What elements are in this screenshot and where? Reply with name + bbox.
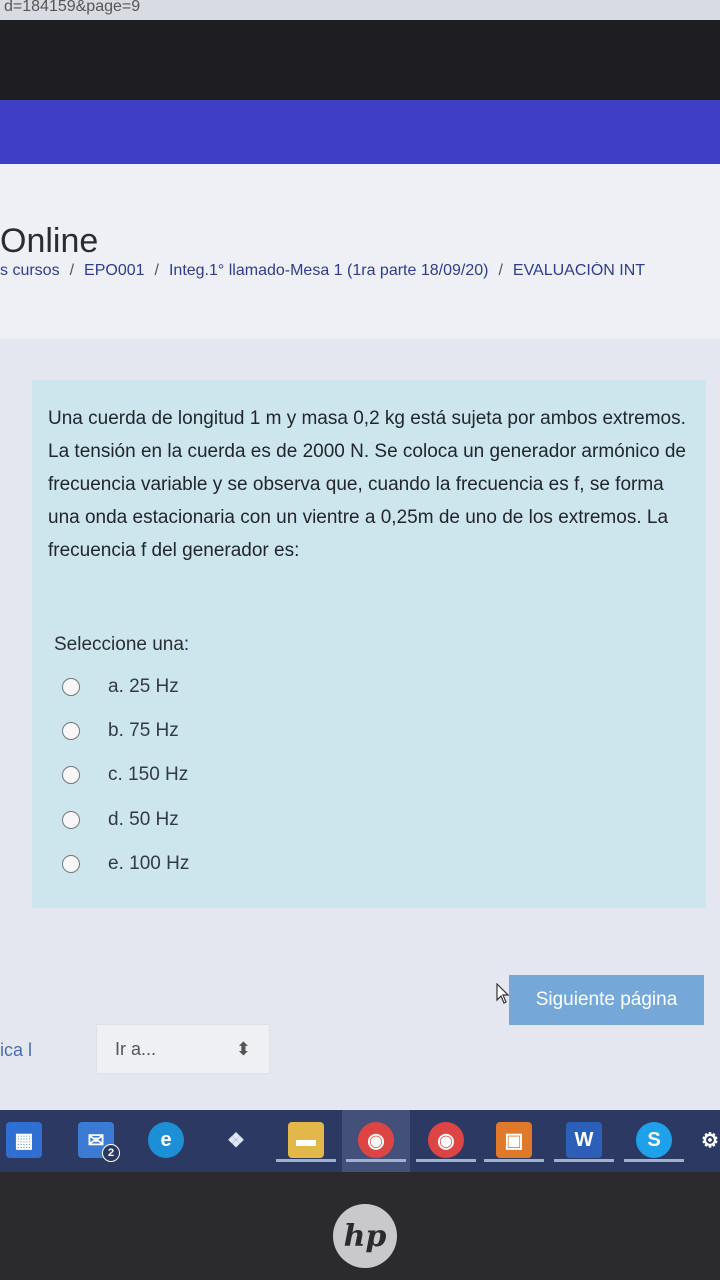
next-page-button[interactable]: Siguiente página [509, 975, 704, 1025]
breadcrumb-separator: / [154, 262, 159, 279]
taskbar-running-indicator [484, 1159, 544, 1162]
mouse-pointer-icon [496, 983, 510, 1004]
breadcrumb-separator: / [498, 262, 503, 279]
radio-button[interactable] [62, 722, 80, 740]
file-explorer-icon[interactable]: ▬ [288, 1122, 324, 1158]
question-card: Una cuerda de longitud 1 m y masa 0,2 kg… [32, 380, 706, 908]
radio-button[interactable] [62, 678, 80, 696]
mail-icon[interactable]: ✉ 2 [78, 1122, 120, 1162]
previous-activity-link[interactable]: ica l [0, 1040, 32, 1061]
jump-to-select[interactable]: Ir a... ⬍ [96, 1024, 270, 1074]
radio-button[interactable] [62, 855, 80, 873]
breadcrumb-item-courses[interactable]: s cursos [0, 262, 60, 280]
breadcrumb-separator: / [69, 262, 75, 279]
photo-of-screen: d=184159&page=9 Online s cursos / EPO001 / I… [0, 0, 720, 1280]
option-c[interactable]: c. 150 Hz [62, 760, 188, 790]
breadcrumb-item-course[interactable]: EPO001 [84, 262, 144, 280]
taskbar-running-indicator [346, 1159, 406, 1162]
answer-prompt: Seleccione una: [54, 634, 190, 655]
hp-logo: hp [333, 1204, 397, 1268]
settings-icon[interactable]: ⚙ [700, 1122, 720, 1158]
browser-toolbar-area [0, 20, 720, 112]
option-d[interactable]: d. 50 Hz [62, 805, 179, 835]
breadcrumb-item-section[interactable]: Integ.1° llamado-Mesa 1 (1ra parte 18/09… [169, 262, 488, 280]
option-a[interactable]: a. 25 Hz [62, 672, 179, 702]
option-e[interactable]: e. 100 Hz [62, 849, 189, 879]
jump-to-placeholder: Ir a... [115, 1038, 157, 1059]
chrome-icon[interactable]: ◉ [358, 1122, 394, 1158]
site-navbar [0, 100, 720, 164]
taskbar-running-indicator [276, 1159, 336, 1162]
radio-button[interactable] [62, 811, 80, 829]
skype-icon[interactable]: S [636, 1122, 672, 1158]
dropbox-icon[interactable]: ❖ [218, 1122, 254, 1158]
option-label: b. 75 Hz [108, 720, 179, 741]
chrome-profile-icon[interactable]: ◉ [428, 1122, 464, 1158]
option-label: d. 50 Hz [108, 809, 179, 830]
taskbar-running-indicator [554, 1159, 614, 1162]
word-icon[interactable]: W [566, 1122, 602, 1158]
page-header [0, 164, 720, 339]
address-bar[interactable]: d=184159&page=9 [0, 0, 720, 20]
breadcrumb: s cursos / EPO001 / Integ.1° llamado-Mesa 1 … [0, 262, 720, 280]
windows-taskbar: ▦ ✉ 2 e ❖ ▬ ◉ ◉ ▣ W S ⚙ [0, 1110, 720, 1172]
select-arrows-icon: ⬍ [235, 1038, 251, 1059]
page-title: Online [0, 222, 99, 260]
mail-badge: 2 [102, 1144, 120, 1162]
store-icon[interactable]: ▦ [6, 1122, 42, 1158]
option-label: a. 25 Hz [108, 676, 179, 697]
option-b[interactable]: b. 75 Hz [62, 716, 179, 746]
photo-app-icon[interactable]: ▣ [496, 1122, 532, 1158]
radio-button[interactable] [62, 766, 80, 784]
option-label: c. 150 Hz [108, 764, 189, 785]
url-text: d=184159&page=9 [4, 0, 141, 15]
taskbar-running-indicator [624, 1159, 684, 1162]
option-label: e. 100 Hz [108, 853, 190, 874]
edge-icon[interactable]: e [148, 1122, 184, 1158]
breadcrumb-item-quiz[interactable]: EVALUACIÓN INT [513, 262, 645, 280]
question-text: Una cuerda de longitud 1 m y masa 0,2 kg… [48, 408, 686, 561]
taskbar-running-indicator [416, 1159, 476, 1162]
